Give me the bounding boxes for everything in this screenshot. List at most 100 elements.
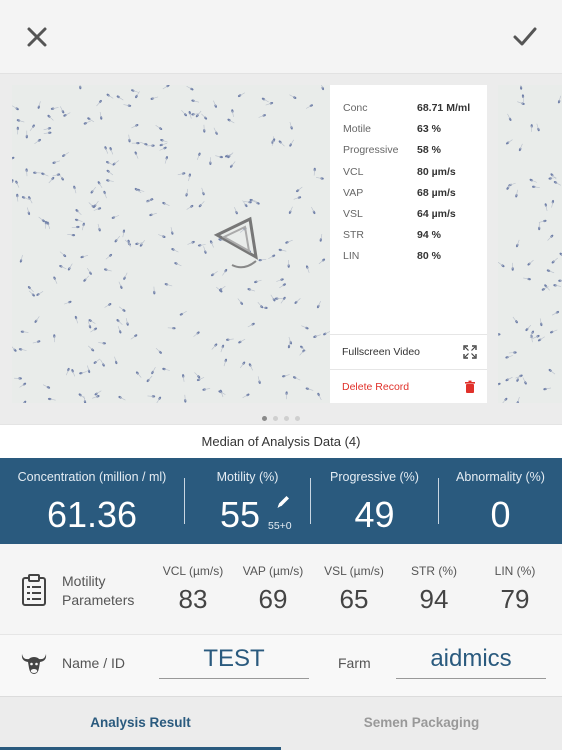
- abnormality-value: 0: [490, 494, 511, 535]
- page-dot[interactable]: [262, 416, 267, 421]
- name-id-field[interactable]: TEST: [159, 645, 309, 679]
- sperm-tail: [100, 359, 104, 366]
- sperm-tail: [42, 384, 49, 388]
- sperm-tail: [249, 364, 253, 371]
- record-carousel[interactable]: Conc 68.71 M/ml Motile 63 % Progressive 58 % V…: [0, 74, 562, 424]
- next-record-video-preview[interactable]: [498, 85, 562, 403]
- sperm-tail: [87, 268, 91, 274]
- concentration-label: Concentration (million / ml): [17, 470, 167, 484]
- sperm-tail: [155, 347, 161, 353]
- sperm-tail: [34, 140, 40, 145]
- info-row-label: VAP: [343, 186, 364, 199]
- sperm-cell: [215, 131, 218, 135]
- sperm-tail: [186, 85, 192, 90]
- sperm-cell: [529, 178, 534, 182]
- sperm-cell: [21, 196, 26, 199]
- sperm-cell: [47, 127, 52, 130]
- sperm-tail: [199, 201, 205, 206]
- delete-record-button[interactable]: Delete Record: [330, 369, 487, 403]
- sperm-cell: [108, 303, 112, 306]
- motility-parameters-row: Motility Parameters VCL (µm/s) 83 VAP (µm/…: [0, 544, 562, 634]
- sperm-cell: [104, 268, 108, 271]
- tab-semen-packaging[interactable]: Semen Packaging: [281, 697, 562, 750]
- delete-record-label: Delete Record: [342, 381, 410, 393]
- sperm-cell: [555, 311, 560, 314]
- sperm-tail: [295, 298, 301, 303]
- pencil-icon: [277, 496, 289, 508]
- sperm-cell: [83, 122, 88, 125]
- sperm-cell: [89, 271, 92, 275]
- microscope-video[interactable]: [12, 85, 330, 403]
- sperm-tail: [94, 200, 99, 207]
- sperm-tail: [507, 376, 513, 381]
- confirm-button[interactable]: [510, 22, 540, 52]
- sperm-cell: [191, 99, 195, 102]
- sperm-tail: [118, 96, 124, 101]
- sperm-tail: [63, 152, 69, 156]
- sperm-tail: [318, 394, 322, 401]
- sperm-tail: [59, 251, 65, 256]
- sperm-tail: [119, 397, 126, 401]
- sperm-tail: [12, 105, 18, 110]
- close-button[interactable]: [22, 22, 52, 52]
- sperm-tail: [115, 235, 121, 241]
- sperm-tail: [48, 116, 54, 121]
- sperm-tail: [299, 350, 304, 356]
- sperm-tail: [212, 271, 218, 276]
- info-row-label: Progressive: [343, 144, 399, 157]
- info-row-progressive: Progressive 58 %: [343, 144, 483, 162]
- sperm-tail: [194, 372, 199, 377]
- param-column: STR (%) 94: [391, 564, 477, 615]
- page-dot[interactable]: [284, 416, 289, 421]
- name-id-label: Name / ID: [62, 655, 126, 671]
- sperm-cell: [505, 356, 509, 359]
- param-header: VCL (µm/s): [162, 564, 224, 578]
- info-row-conc: Conc 68.71 M/ml: [343, 102, 483, 120]
- sperm-tail: [211, 344, 217, 350]
- sperm-tail: [137, 372, 142, 378]
- fullscreen-video-button[interactable]: Fullscreen Video: [330, 334, 487, 368]
- sperm-tail: [551, 174, 557, 180]
- sperm-tail: [270, 294, 275, 300]
- farm-field[interactable]: aidmics: [396, 645, 546, 679]
- bull-head-icon: [21, 654, 47, 674]
- sperm-tail: [220, 285, 226, 290]
- sperm-cell: [82, 222, 85, 227]
- sperm-tail: [532, 335, 539, 339]
- sperm-tail: [35, 316, 40, 322]
- sperm-tail: [242, 394, 248, 399]
- tab-analysis-result[interactable]: Analysis Result: [0, 697, 281, 750]
- sperm-tail: [239, 363, 245, 369]
- page-dot[interactable]: [273, 416, 278, 421]
- sperm-tail: [197, 110, 202, 116]
- sperm-tail: [87, 345, 93, 351]
- sperm-tail: [98, 182, 103, 189]
- sperm-cell: [19, 259, 23, 263]
- sperm-tail: [228, 119, 235, 124]
- sperm-tail: [305, 105, 312, 109]
- sperm-cell: [508, 117, 512, 121]
- sperm-cell: [313, 335, 317, 338]
- sperm-tail: [247, 323, 254, 328]
- sperm-tail: [38, 216, 44, 221]
- sperm-cell: [87, 117, 91, 121]
- top-bar: [0, 0, 562, 74]
- param-column: LIN (%) 79: [472, 564, 558, 615]
- page-indicator[interactable]: [0, 408, 562, 421]
- sperm-cell: [181, 172, 186, 175]
- sperm-cell: [553, 181, 558, 184]
- sperm-tail: [162, 85, 169, 90]
- sperm-tail: [76, 210, 82, 216]
- expand-icon: [463, 345, 477, 359]
- sperm-cell: [135, 94, 138, 99]
- sperm-tail: [29, 125, 34, 132]
- param-value: 94: [419, 584, 449, 614]
- abnormality-label: Abnormality (%): [456, 470, 545, 484]
- sperm-tail: [528, 259, 534, 265]
- sperm-tail: [289, 94, 295, 98]
- param-header: VSL (µm/s): [324, 564, 384, 578]
- sperm-cell: [262, 114, 266, 117]
- page-dot[interactable]: [295, 416, 300, 421]
- sperm-cell: [557, 99, 561, 104]
- edit-motility-button[interactable]: [275, 494, 291, 510]
